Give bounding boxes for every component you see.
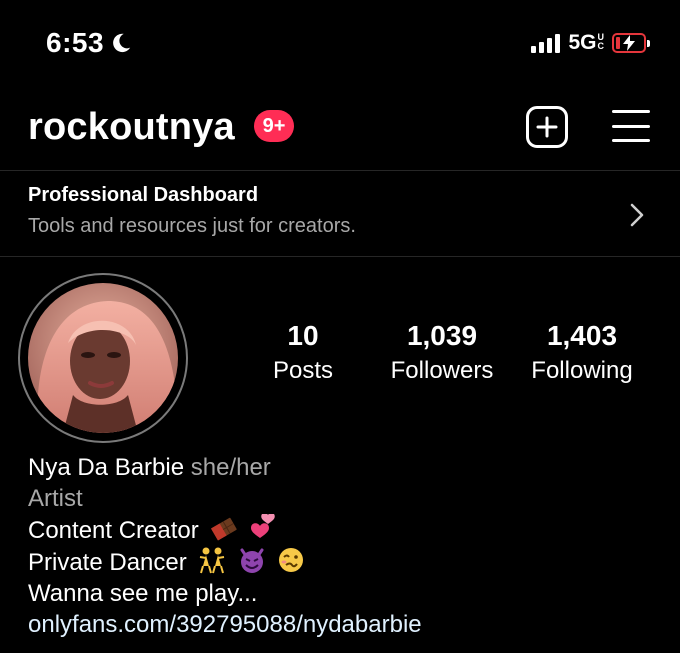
- category-label: Artist: [28, 485, 83, 512]
- profile-header: rockoutnya 9+: [0, 100, 680, 156]
- status-time: 6:53: [46, 27, 132, 59]
- profile-avatar-ring[interactable]: [18, 273, 188, 443]
- name-row: Nya Da Barbie she/her: [28, 452, 668, 483]
- posts-label: Posts: [272, 357, 334, 384]
- network-label: 5G: [568, 31, 597, 54]
- notification-badge[interactable]: 9+: [254, 110, 294, 142]
- profile-photo: [28, 283, 178, 433]
- chocolate-bar-icon: [211, 517, 238, 541]
- status-bar: 6:53 5G UC: [0, 0, 680, 90]
- hamburger-menu-icon: [612, 110, 650, 113]
- following-stat[interactable]: 1,403 Following: [512, 320, 652, 385]
- dashboard-subtitle: Tools and resources just for creators.: [28, 215, 356, 237]
- following-label: Following: [531, 357, 633, 384]
- menu-button[interactable]: [612, 108, 650, 144]
- bio-line-3: Wanna see me play...: [28, 580, 258, 607]
- bio-text-2: Private Dancer: [28, 549, 187, 576]
- two-hearts-icon: [251, 514, 275, 538]
- pronouns: she/her: [190, 454, 271, 481]
- avatar[interactable]: [28, 283, 178, 433]
- create-post-button[interactable]: [526, 106, 568, 148]
- bio-line-1: Content Creator: [28, 514, 668, 546]
- battery-icon: [612, 33, 650, 53]
- plus-square-icon: [536, 116, 558, 138]
- chevron-right-icon: [630, 203, 644, 227]
- moon-icon: [113, 33, 131, 53]
- network-type: 5G UC: [568, 31, 604, 55]
- dashboard-title: Professional Dashboard: [28, 184, 259, 206]
- smiling-imp-icon: [240, 548, 264, 573]
- display-name: Nya Da Barbie: [28, 454, 185, 481]
- professional-dashboard-link[interactable]: Professional Dashboard Tools and resourc…: [0, 170, 680, 257]
- cellular-signal-icon: [531, 33, 561, 53]
- network-superscript: UC: [597, 32, 605, 51]
- bio-line-2: Private Dancer: [28, 546, 668, 578]
- following-count: 1,403: [546, 320, 618, 351]
- status-indicators: 5G UC: [531, 31, 650, 55]
- followers-stat[interactable]: 1,039 Followers: [372, 320, 512, 385]
- clock-text: 6:53: [46, 27, 105, 58]
- posts-stat[interactable]: 10 Posts: [233, 320, 373, 385]
- bio-link[interactable]: onlyfans.com/392795088/nydabarbie: [28, 609, 668, 640]
- posts-count: 10: [287, 320, 319, 351]
- woozy-face-icon: [278, 548, 303, 572]
- username-switcher[interactable]: rockoutnya: [28, 106, 235, 149]
- followers-count: 1,039: [406, 320, 478, 351]
- bio-text-1: Content Creator: [28, 517, 199, 544]
- profile-bio: Nya Da Barbie she/her Artist Content Cre…: [28, 452, 668, 640]
- followers-label: Followers: [390, 357, 494, 384]
- charging-bolt-icon: [623, 35, 635, 51]
- dancers-icon: [200, 547, 225, 574]
